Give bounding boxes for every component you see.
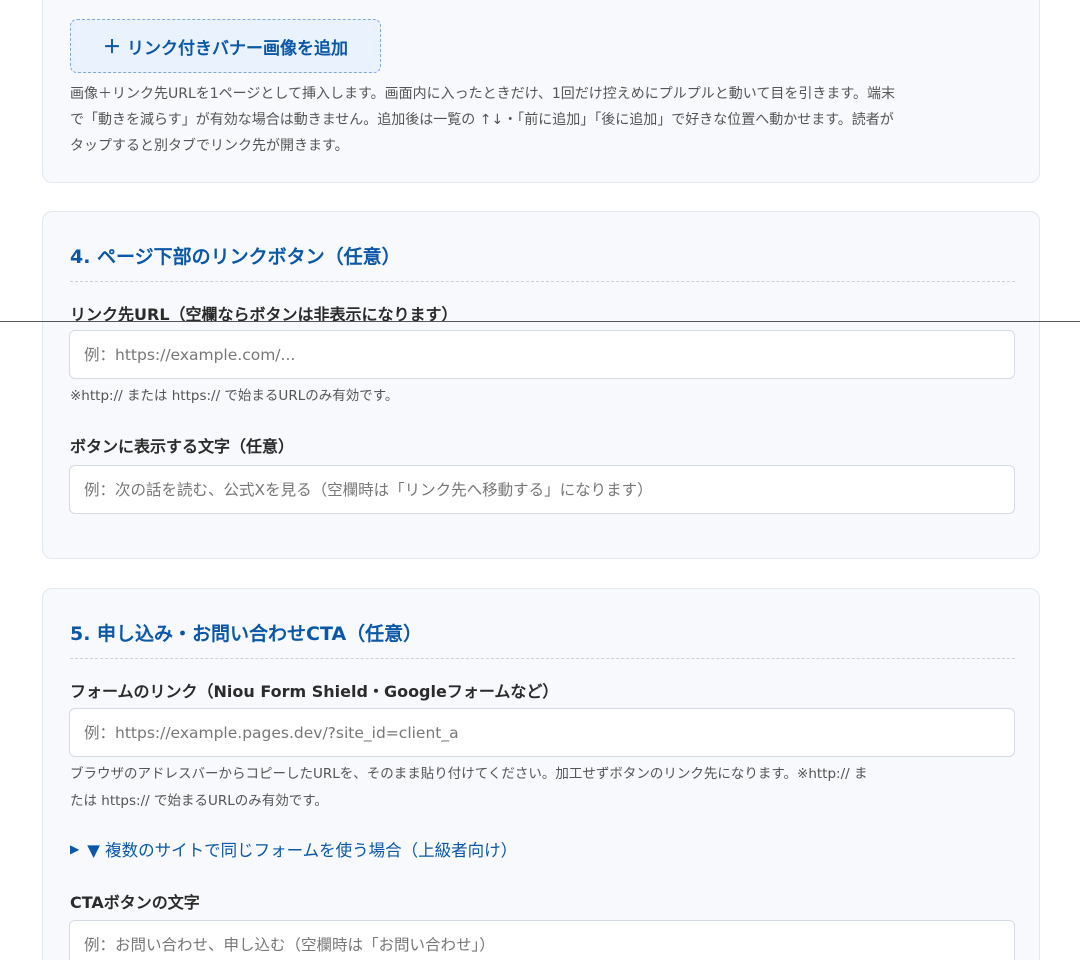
- advanced-settings-label: ▼ 複数のサイトで同じフォームを使う場合（上級者向け）: [87, 841, 518, 860]
- cta-text-input[interactable]: [69, 920, 1015, 960]
- page: ＋ リンク付きバナー画像を追加 画像＋リンク先URLを1ページとして挿入します。…: [0, 0, 1080, 960]
- form-link-input[interactable]: [69, 708, 1015, 757]
- banner-help-line: で「動きを減らす」が有効な場合は動きません。追加後は一覧の ↑↓・「前に追加」「…: [70, 112, 894, 128]
- link-url-note: ※http:// または https:// で始まるURLのみ有効です。: [70, 388, 399, 404]
- cta-section: 5. 申し込み・お問い合わせCTA（任意） フォームのリンク（Niou Form…: [42, 588, 1040, 960]
- form-link-note: ブラウザのアドレスバーからコピーしたURLを、そのまま貼り付けてください。加工せ…: [70, 761, 1016, 815]
- banner-help-text: 画像＋リンク先URLを1ページとして挿入します。画面内に入ったときだけ、1回だけ…: [70, 81, 1016, 159]
- bottom-link-button-section: 4. ページ下部のリンクボタン（任意） リンク先URL（空欄ならボタンは非表示に…: [42, 211, 1040, 559]
- plus-icon: ＋: [103, 37, 121, 58]
- horizontal-divider: [0, 321, 1080, 322]
- banner-help-line: 画像＋リンク先URLを1ページとして挿入します。画面内に入ったときだけ、1回だけ…: [70, 86, 895, 102]
- link-url-input[interactable]: [69, 330, 1015, 379]
- button-text-label: ボタンに表示する文字（任意）: [70, 437, 295, 456]
- button-text-input[interactable]: [69, 465, 1015, 514]
- section-title: 4. ページ下部のリンクボタン（任意）: [70, 230, 1015, 282]
- form-link-note-line: ブラウザのアドレスバーからコピーしたURLを、そのまま貼り付けてください。加工せ…: [70, 766, 868, 782]
- section-title: 5. 申し込み・お問い合わせCTA（任意）: [70, 607, 1015, 659]
- banner-section-card: ＋ リンク付きバナー画像を追加 画像＋リンク先URLを1ページとして挿入します。…: [42, 0, 1040, 183]
- add-link-banner-label: リンク付きバナー画像を追加: [127, 38, 348, 59]
- triangle-right-icon: ▶: [70, 842, 80, 856]
- advanced-settings-toggle[interactable]: ▶ ▼ 複数のサイトで同じフォームを使う場合（上級者向け）: [70, 837, 517, 861]
- form-link-label: フォームのリンク（Niou Form Shield・Googleフォームなど）: [70, 682, 559, 701]
- cta-text-label: CTAボタンの文字: [70, 893, 200, 912]
- add-link-banner-button[interactable]: ＋ リンク付きバナー画像を追加: [70, 19, 381, 73]
- banner-help-line: タップすると別タブでリンク先が開きます。: [70, 138, 349, 154]
- form-link-note-line: たは https:// で始まるURLのみ有効です。: [70, 793, 328, 809]
